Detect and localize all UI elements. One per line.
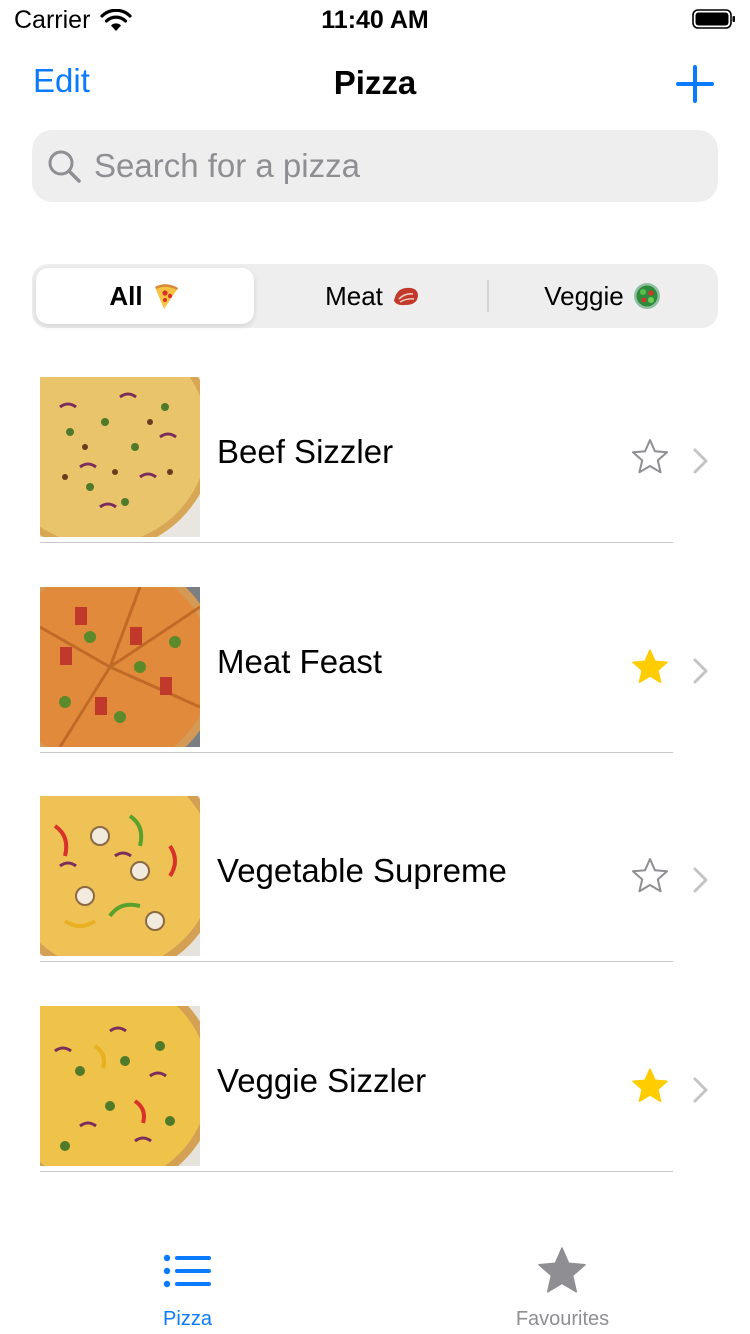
tab-favourites-label: Favourites	[515, 1308, 610, 1330]
pizza-image	[40, 587, 200, 747]
pizza-image	[40, 1006, 200, 1166]
battery-icon	[692, 9, 735, 29]
pizza-name: Veggie Sizzler	[217, 1062, 427, 1099]
star-outline-icon[interactable]	[630, 437, 670, 477]
row-separator	[40, 1171, 673, 1172]
tab-pizza-label: Pizza	[163, 1308, 212, 1330]
pizza-name: Beef Sizzler	[217, 433, 394, 470]
search-input[interactable]	[94, 147, 718, 185]
segment-meat-label: Meat	[325, 280, 383, 311]
meat-emoji-icon	[393, 287, 418, 306]
tab-favourites[interactable]: Favourites	[375, 1240, 750, 1334]
list-item[interactable]: Meat Feast	[0, 567, 750, 777]
chevron-right-icon	[693, 448, 708, 474]
star-outline-icon[interactable]	[630, 856, 670, 896]
page-title: Pizza	[333, 64, 417, 101]
tab-pizza[interactable]: Pizza	[0, 1240, 375, 1334]
segment-veggie-label: Veggie	[544, 280, 624, 311]
pizza-image	[40, 377, 200, 537]
segment-veggie[interactable]: Veggie	[492, 268, 714, 324]
segment-divider	[487, 280, 489, 312]
plus-icon[interactable]	[676, 65, 714, 103]
segment-all-label: All	[109, 280, 143, 311]
list-icon	[163, 1254, 211, 1288]
segment-all[interactable]: All	[36, 268, 254, 324]
search-bar[interactable]	[32, 130, 718, 202]
pizza-slice-emoji-icon	[154, 284, 178, 309]
list-item[interactable]: Veggie Sizzler	[0, 986, 750, 1196]
clock: 11:40 AM	[321, 6, 429, 34]
segment-meat[interactable]: Meat	[260, 268, 486, 324]
chevron-right-icon	[693, 867, 708, 893]
row-separator	[40, 542, 673, 543]
chevron-right-icon	[693, 1077, 708, 1103]
salad-emoji-icon	[633, 283, 660, 309]
list-item[interactable]: Beef Sizzler	[0, 357, 750, 567]
row-separator	[40, 752, 673, 753]
pizza-name: Vegetable Supreme	[217, 852, 507, 889]
list-item[interactable]: Vegetable Supreme	[0, 776, 750, 986]
search-icon	[48, 150, 81, 183]
star-filled-icon[interactable]	[630, 647, 670, 687]
category-segmented-control: All Meat Veggie	[32, 264, 718, 328]
star-filled-icon[interactable]	[630, 1066, 670, 1106]
star-icon	[538, 1247, 586, 1293]
pizza-image	[40, 796, 200, 956]
chevron-right-icon	[693, 658, 708, 684]
status-bar: Carrier 11:40 AM	[0, 0, 750, 44]
pizza-name: Meat Feast	[217, 643, 383, 680]
row-separator	[40, 961, 673, 962]
